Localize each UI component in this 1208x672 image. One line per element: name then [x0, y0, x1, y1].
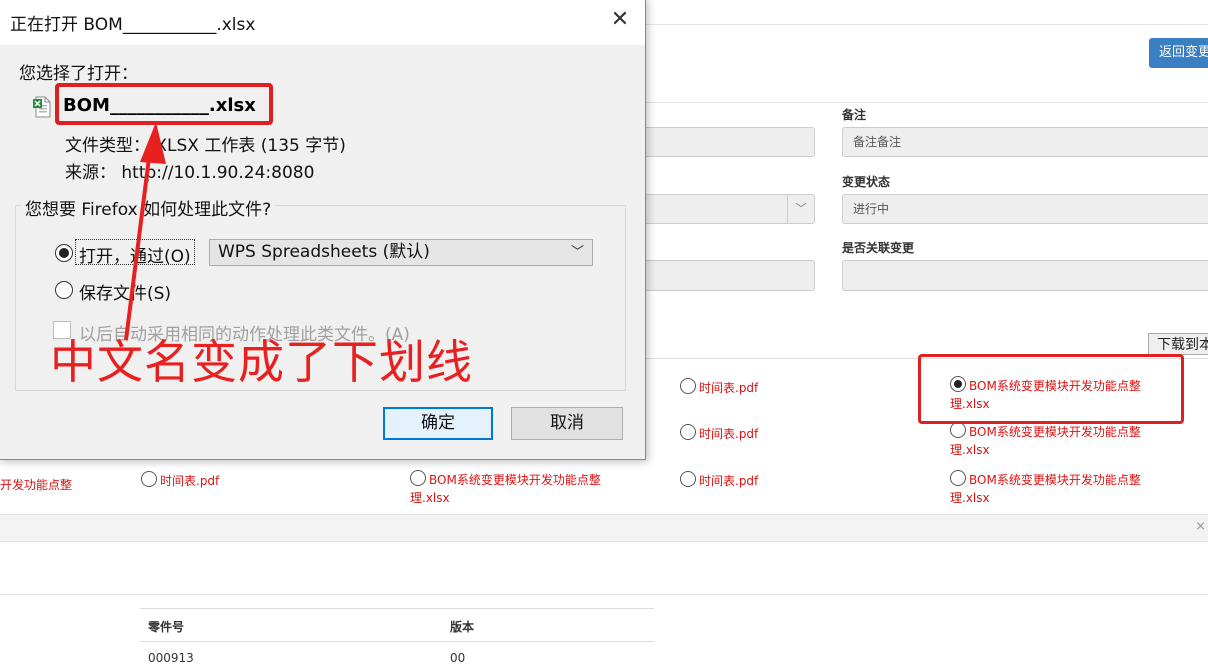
column-header-version: 版本 — [450, 620, 475, 634]
form-divider — [640, 102, 1208, 103]
radio-button[interactable] — [950, 422, 966, 438]
status-input[interactable]: 进行中 — [842, 194, 1208, 224]
file-option[interactable]: 时间表.pdf — [141, 471, 219, 490]
highlight-box-dialog-filename — [55, 83, 273, 125]
cell-part-number: 000913 — [148, 651, 194, 665]
panel-header-bar: × — [0, 514, 1208, 542]
file-option[interactable]: BOM系统变更模块开发功能点整 理.xlsx — [950, 422, 1141, 459]
chosen-label: 您选择了打开： — [19, 64, 138, 84]
download-button[interactable]: 下载到本 — [1148, 333, 1208, 355]
back-to-change-button[interactable]: 返回变更 — [1149, 38, 1208, 68]
save-file-label[interactable]: 保存文件(S) — [79, 279, 171, 304]
chevron-down-icon: ﹀ — [787, 195, 814, 223]
focus-outline — [75, 239, 195, 265]
highlight-box-filename — [918, 354, 1184, 424]
remark-input[interactable]: 备注备注 — [842, 127, 1208, 157]
annotation-text: 中文名变成了下划线 — [50, 335, 473, 389]
file-option[interactable]: 时间表.pdf — [680, 424, 758, 443]
close-icon[interactable]: × — [1195, 519, 1206, 534]
file-option[interactable]: 时间表.pdf — [680, 471, 758, 490]
cancel-button[interactable]: 取消 — [511, 407, 623, 440]
left-input-3 — [640, 260, 815, 291]
left-select[interactable]: ﹀ — [640, 194, 815, 224]
chevron-down-icon: ﹀ — [570, 245, 584, 260]
related-change-input[interactable] — [842, 260, 1208, 291]
save-file-radio[interactable] — [55, 281, 73, 299]
file-option[interactable]: 开发功能点整 — [0, 476, 72, 494]
open-with-radio[interactable] — [55, 244, 73, 262]
parts-table: 零件号 版本 000913 00 — [140, 608, 654, 672]
open-with-app-select[interactable]: WPS Spreadsheets (默认) ﹀ — [209, 239, 593, 266]
left-input-1 — [640, 127, 815, 157]
remark-label: 备注 — [842, 108, 867, 122]
file-option[interactable]: BOM系统变更模块开发功能点整 理.xlsx — [950, 470, 1141, 507]
radio-button[interactable] — [141, 471, 157, 487]
file-source-label: 来源： http://10.1.90.24:8080 — [65, 163, 315, 183]
radio-button[interactable] — [680, 424, 696, 440]
file-type-label: 文件类型： XLSX 工作表 (135 字节) — [65, 136, 346, 156]
ok-button[interactable]: 确定 — [383, 407, 493, 440]
radio-button[interactable] — [680, 378, 696, 394]
file-option[interactable]: 时间表.pdf — [680, 378, 758, 397]
radio-button[interactable] — [410, 470, 426, 486]
excel-file-icon — [33, 96, 51, 118]
file-option[interactable]: BOM系统变更模块开发功能点整 理.xlsx — [410, 470, 601, 507]
related-change-label: 是否关联变更 — [842, 241, 915, 255]
dialog-title: 正在打开 BOM___________.xlsx — [10, 15, 256, 35]
radio-button[interactable] — [680, 471, 696, 487]
radio-button[interactable] — [950, 470, 966, 486]
table-row[interactable]: 000913 00 — [140, 642, 654, 672]
status-label: 变更状态 — [842, 175, 891, 189]
table-header: 零件号 版本 — [140, 608, 654, 642]
cell-version: 00 — [450, 651, 466, 665]
column-header-part-number: 零件号 — [148, 620, 185, 634]
close-icon[interactable]: ✕ — [605, 7, 635, 32]
lower-divider — [0, 594, 1208, 595]
action-question: 您想要 Firefox 如何处理此文件? — [21, 195, 276, 220]
dialog-titlebar: 正在打开 BOM___________.xlsx ✕ — [0, 0, 645, 45]
